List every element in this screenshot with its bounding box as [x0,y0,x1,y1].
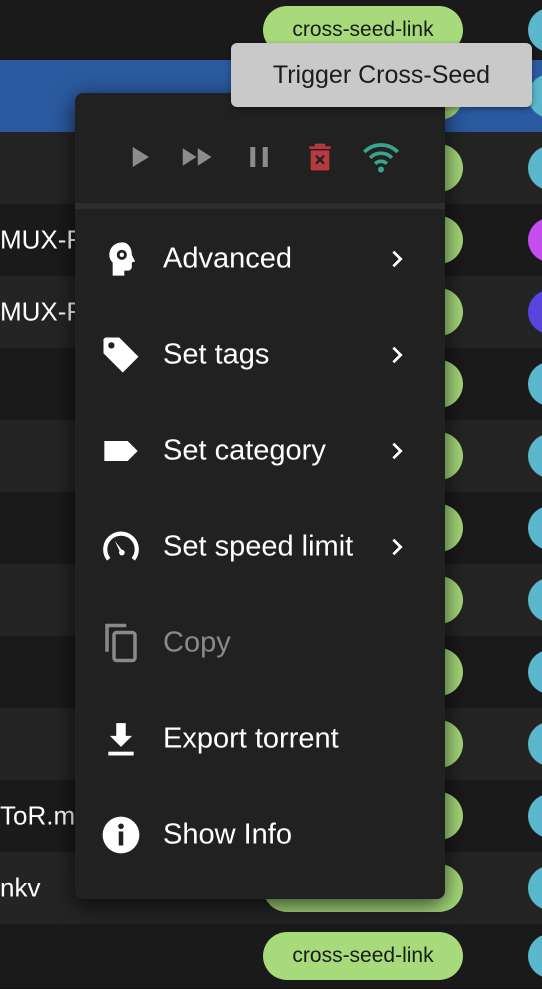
resume-button[interactable] [119,137,159,177]
status-dot [528,578,542,622]
menu-item-export-torrent[interactable]: Export torrent [75,691,445,787]
force-resume-button[interactable] [179,137,219,177]
chevron-right-icon [383,245,411,273]
tooltip: Trigger Cross-Seed [231,43,532,107]
status-dot [528,722,542,766]
action-bar [75,93,445,205]
status-dot [528,506,542,550]
chevron-right-icon [383,341,411,369]
delete-button[interactable] [300,137,340,177]
status-dot [528,146,542,190]
torrent-name: nkv [0,872,41,903]
speedometer-icon [97,523,145,571]
status-dot [528,218,542,262]
tag-chip: cross-seed-link [263,932,463,980]
menu-item-label: Export torrent [163,722,339,755]
status-dot [528,362,542,406]
info-icon [97,811,145,859]
chevron-right-icon [383,437,411,465]
tag-icon [97,331,145,379]
status-dot [528,434,542,478]
status-dot [528,934,542,978]
menu-item-set-category[interactable]: Set category [75,403,445,499]
trash-icon [309,143,331,171]
menu-item-set-tags[interactable]: Set tags [75,307,445,403]
torrent-name: MUX-F [0,296,83,327]
menu-item-label: Show Info [163,818,292,851]
status-dot [528,650,542,694]
pause-icon [250,147,268,167]
status-dot [528,866,542,910]
menu-item-label: Copy [163,626,231,659]
fast-forward-icon [182,148,212,166]
download-icon [97,715,145,763]
chevron-right-icon [383,533,411,561]
pause-button[interactable] [239,137,279,177]
menu-item-label: Set category [163,434,326,467]
menu-item-label: Set speed limit [163,530,354,563]
menu-item-show-info[interactable]: Show Info [75,787,445,883]
wifi-icon [363,143,399,173]
copy-icon [97,619,145,667]
head-gear-icon [97,235,145,283]
menu-divider [75,203,445,209]
torrent-name: MUX-F [0,224,83,255]
menu-item-set-speed-limit[interactable]: Set speed limit [75,499,445,595]
menu-item-label: Advanced [163,242,292,275]
status-dot [528,794,542,838]
table-row[interactable]: cross-seed-link [0,924,542,989]
label-icon [97,427,145,475]
context-menu: Advanced Set tags Set category Set speed… [75,93,445,899]
menu-item-copy[interactable]: Copy [75,595,445,691]
play-icon [132,147,149,167]
torrent-name: ToR.m [0,800,76,831]
cross-seed-button[interactable] [361,137,401,177]
menu-item-advanced[interactable]: Advanced [75,211,445,307]
menu-item-label: Set tags [163,338,270,371]
status-dot [528,290,542,334]
